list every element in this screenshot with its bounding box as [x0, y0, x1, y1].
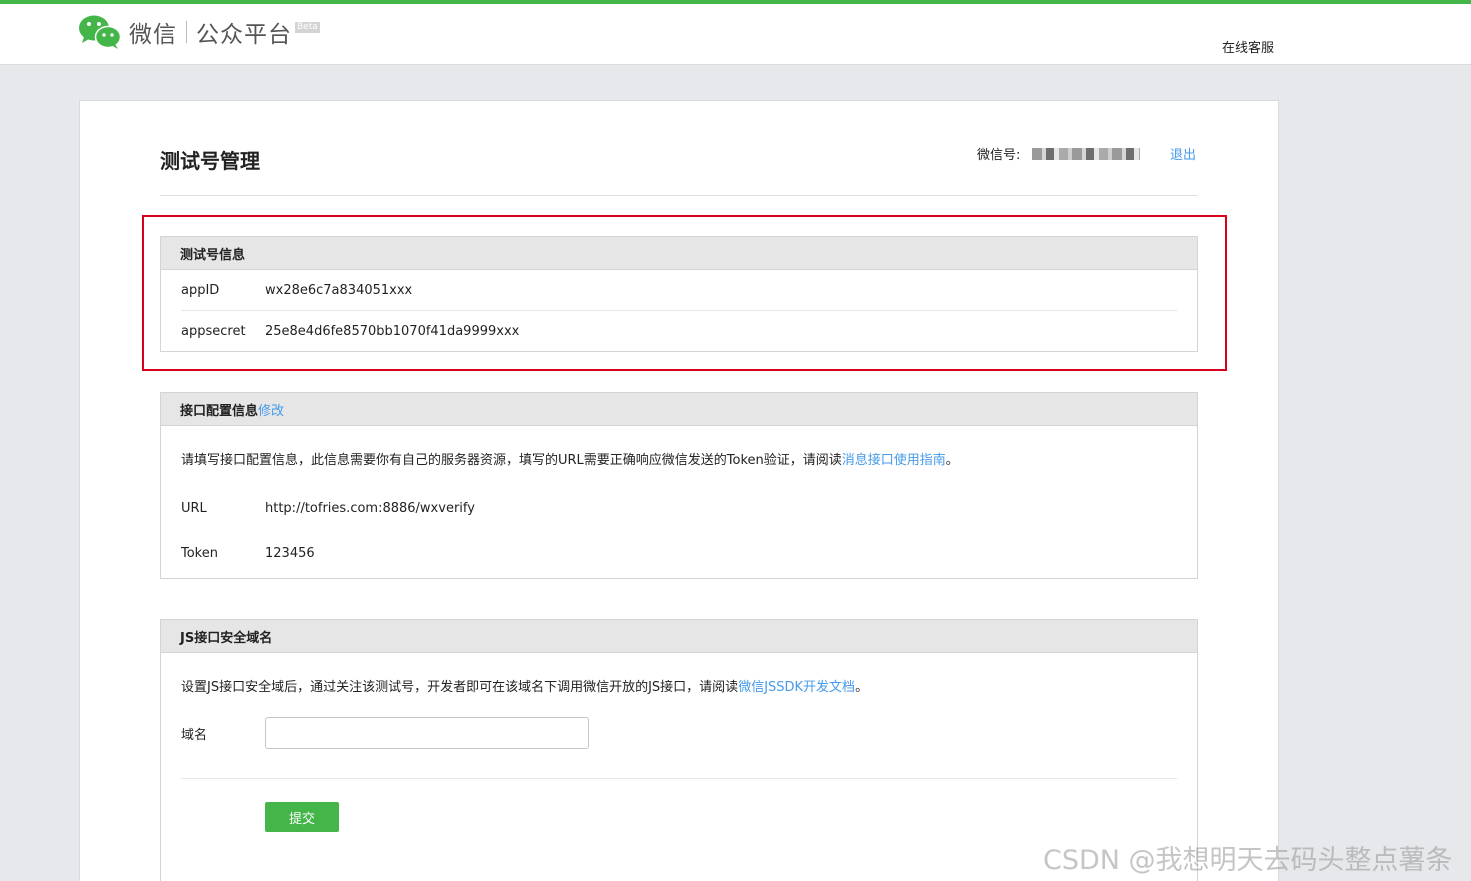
- appid-value: wx28e6c7a834051xxx: [265, 282, 413, 298]
- description-text: 请填写接口配置信息，此信息需要你有自己的服务器资源，填写的URL需要正确响应微信…: [181, 453, 842, 468]
- test-account-panel-title: 测试号信息: [161, 237, 1197, 270]
- account-info: 微信号:: [977, 144, 1141, 163]
- js-domain-panel-title: JS接口安全域名: [161, 620, 1197, 653]
- domain-row: 域名: [161, 717, 1197, 749]
- js-description: 设置JS接口安全域后，通过关注该测试号，开发者即可在该域名下调用微信开放的JS接…: [161, 676, 1197, 695]
- beta-badge: Beta: [295, 22, 320, 33]
- submit-button[interactable]: 提交: [265, 802, 339, 832]
- logo-text: 微信: [129, 22, 177, 48]
- form-divider: [181, 778, 1177, 779]
- account-id-masked: [1032, 147, 1141, 160]
- platform-name: 公众平台: [196, 22, 292, 48]
- domain-label: 域名: [181, 727, 208, 743]
- appid-label: appID: [181, 282, 220, 298]
- online-service-link[interactable]: 在线客服: [1222, 37, 1274, 56]
- logout-link[interactable]: 退出: [1170, 144, 1196, 163]
- title-divider: [160, 195, 1198, 196]
- url-row: URL http://tofries.com:8886/wxverify: [161, 498, 1197, 518]
- panel-title-text: 测试号信息: [180, 247, 246, 263]
- message-api-guide-link[interactable]: 消息接口使用指南: [842, 453, 946, 468]
- appsecret-value: 25e8e4d6fe8570bb1070f41da9999xxx: [265, 323, 520, 339]
- test-account-panel: 测试号信息 appID wx28e6c7a834051xxx appsecret…: [160, 236, 1198, 352]
- description-end: 。: [855, 680, 869, 695]
- main-card: 测试号管理 微信号: 退出 测试号信息 appID wx28e6c7a83405…: [79, 100, 1279, 881]
- top-header: 微信 公众平台 Beta 在线客服: [0, 0, 1471, 65]
- description-end: 。: [945, 453, 959, 468]
- jssdk-doc-link[interactable]: 微信JSSDK开发文档: [738, 680, 855, 695]
- csdn-watermark: CSDN @我想明天去码头整点薯条: [1043, 845, 1453, 876]
- wechat-logo[interactable]: 微信 公众平台 Beta: [78, 14, 320, 50]
- logo-divider: [186, 21, 187, 43]
- url-value: http://tofries.com:8886/wxverify: [265, 500, 475, 516]
- token-label: Token: [181, 545, 218, 561]
- account-label: 微信号:: [977, 148, 1021, 163]
- interface-config-panel-title: 接口配置信息 修改: [161, 393, 1197, 426]
- wechat-logo-icon: [78, 14, 122, 50]
- page-title: 测试号管理: [160, 149, 260, 173]
- domain-input[interactable]: [265, 717, 589, 749]
- appid-row: appID wx28e6c7a834051xxx: [161, 270, 1197, 310]
- interface-config-panel: 接口配置信息 修改 请填写接口配置信息，此信息需要你有自己的服务器资源，填写的U…: [160, 392, 1198, 579]
- panel-title-text: 接口配置信息: [180, 403, 259, 419]
- url-label: URL: [181, 500, 207, 516]
- token-row: Token 123456: [161, 543, 1197, 563]
- appsecret-label: appsecret: [181, 323, 246, 339]
- token-value: 123456: [265, 545, 315, 561]
- interface-description: 请填写接口配置信息，此信息需要你有自己的服务器资源，填写的URL需要正确响应微信…: [161, 449, 1197, 468]
- panel-title-text: JS接口安全域名: [180, 630, 273, 646]
- appsecret-row: appsecret 25e8e4d6fe8570bb1070f41da9999x…: [161, 311, 1197, 351]
- description-text: 设置JS接口安全域后，通过关注该测试号，开发者即可在该域名下调用微信开放的JS接…: [181, 680, 739, 695]
- edit-config-link[interactable]: 修改: [258, 400, 284, 419]
